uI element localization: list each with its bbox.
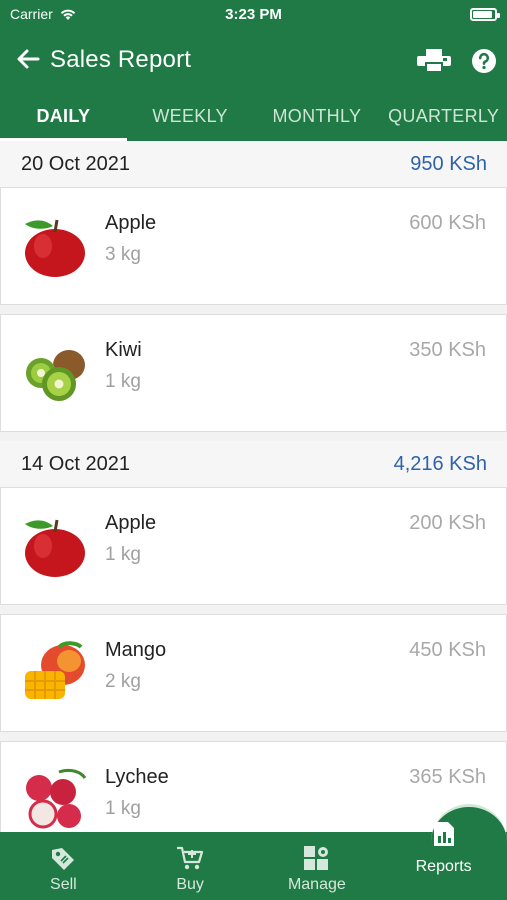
list-item[interactable]: Mango 2 kg 450 KSh (0, 614, 507, 732)
reports-chart-icon (433, 822, 454, 846)
nav-buy-label: Buy (176, 876, 204, 893)
period-tabs: DAILY WEEKLY MONTHLY QUARTERLY (0, 92, 507, 141)
tab-monthly[interactable]: MONTHLY (254, 92, 381, 141)
group-date: 14 Oct 2021 (21, 452, 130, 475)
group-date: 20 Oct 2021 (21, 152, 130, 175)
nav-sell[interactable]: Sell (0, 832, 127, 900)
lychee-icon (26, 768, 87, 829)
back-arrow-icon[interactable] (14, 44, 42, 74)
nav-manage-label: Manage (287, 876, 346, 893)
apple-icon (25, 219, 85, 277)
printer-icon[interactable] (414, 44, 454, 76)
battery-icon (470, 8, 500, 21)
tab-daily[interactable]: DAILY (0, 92, 127, 141)
list-item[interactable]: Kiwi 1 kg 350 KSh (0, 314, 507, 432)
group-total: 4,216 KSh (393, 452, 487, 475)
app-bar: Sales Report (0, 30, 507, 92)
sell-tag-icon (52, 848, 75, 870)
kiwi-icon (26, 350, 85, 401)
manage-grid-icon (303, 846, 328, 870)
group-total: 950 KSh (410, 152, 487, 175)
item-price: 350 KSh (409, 339, 486, 361)
sales-list[interactable]: 20 Oct 2021 950 KSh Apple 3 kg 600 KSh K… (0, 141, 507, 832)
item-quantity: 1 kg (105, 371, 141, 392)
tab-weekly[interactable]: WEEKLY (127, 92, 254, 141)
list-item[interactable]: Apple 3 kg 600 KSh (0, 187, 507, 305)
nav-sell-label: Sell (50, 876, 77, 893)
status-bar: Carrier 3:23 PM (0, 0, 507, 30)
date-group-header: 14 Oct 2021 4,216 KSh (0, 441, 507, 487)
date-group-header: 20 Oct 2021 950 KSh (0, 141, 507, 187)
status-time: 3:23 PM (225, 6, 282, 23)
nav-buy[interactable]: Buy (127, 832, 254, 900)
apple-icon (25, 519, 85, 577)
tab-quarterly[interactable]: QUARTERLY (380, 92, 507, 141)
nav-reports-label: Reports (415, 858, 472, 875)
mango-icon (25, 641, 85, 699)
item-quantity: 3 kg (105, 244, 141, 265)
list-item[interactable]: Apple 1 kg 200 KSh (0, 487, 507, 605)
cart-icon (177, 846, 204, 870)
item-quantity: 2 kg (105, 671, 141, 692)
item-quantity: 1 kg (105, 798, 141, 819)
page-title: Sales Report (50, 46, 192, 73)
nav-manage[interactable]: Manage (254, 832, 381, 900)
item-name: Lychee (105, 766, 169, 788)
help-icon[interactable] (471, 48, 497, 74)
nav-reports[interactable]: Reports (380, 804, 507, 900)
item-price: 200 KSh (409, 512, 486, 534)
item-name: Apple (105, 512, 157, 534)
item-name: Apple (105, 212, 157, 234)
list-item[interactable]: Lychee 1 kg 365 KSh (0, 741, 507, 832)
item-price: 450 KSh (409, 639, 486, 661)
bottom-nav: Sell Buy Manage Reports (0, 804, 507, 900)
item-price: 600 KSh (409, 212, 486, 234)
item-name: Mango (105, 639, 167, 661)
item-quantity: 1 kg (105, 544, 141, 565)
item-price: 365 KSh (409, 766, 486, 788)
item-name: Kiwi (105, 339, 142, 361)
